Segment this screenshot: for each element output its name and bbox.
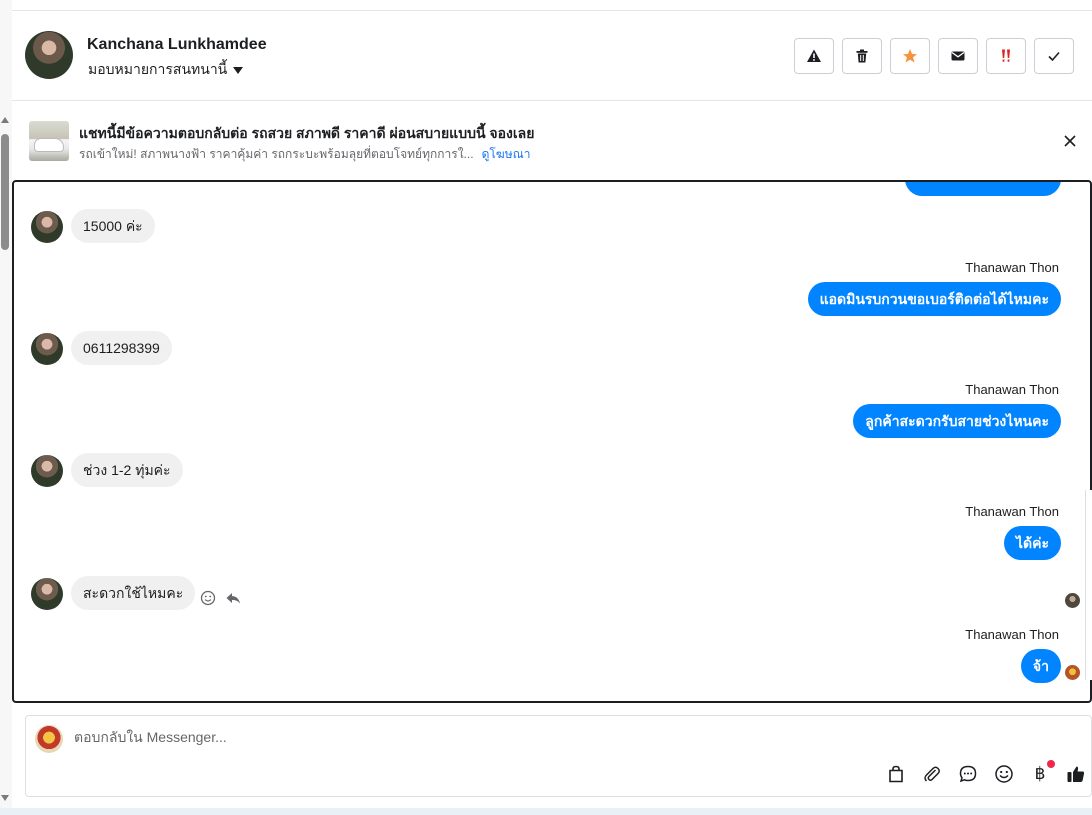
scroll-down-arrow-icon[interactable] — [1, 795, 9, 801]
contact-avatar-small — [31, 578, 63, 610]
mail-button[interactable] — [938, 38, 978, 74]
contact-avatar-small — [31, 455, 63, 487]
react-emoji-icon[interactable] — [200, 590, 216, 606]
message-bubble-outgoing[interactable]: แอดมินรบกวนขอเบอร์ติดต่อได้ไหมคะ — [807, 282, 1061, 316]
header-actions — [794, 38, 1074, 74]
message-bubble-incoming[interactable]: ช่วง 1-2 ทุ่มค่ะ — [71, 453, 183, 487]
smiley-icon — [995, 765, 1013, 783]
notification-dot — [1047, 760, 1055, 768]
message-bubble-outgoing[interactable]: จ้า — [1020, 649, 1061, 683]
chat-bubble-icon — [959, 765, 977, 783]
baht-icon: ฿ — [1034, 764, 1046, 783]
message-bubble-incoming[interactable]: 0611298399 — [71, 331, 172, 365]
like-button[interactable] — [1066, 764, 1086, 784]
ad-subtitle: รถเข้าใหม่! สภาพนางฟ้า ราคาคุ้มค่า รถกระ… — [79, 145, 531, 164]
ad-reply-banner: แชทนี้มีข้อความตอบกลับต่อ รถสวย สภาพดี ร… — [12, 101, 1092, 181]
shop-button[interactable] — [886, 764, 906, 784]
attach-button[interactable] — [922, 764, 942, 784]
done-button[interactable] — [1034, 38, 1074, 74]
assign-label: มอบหมายการสนทนานี้ — [88, 61, 228, 77]
saved-replies-button[interactable] — [958, 764, 978, 784]
contact-avatar[interactable] — [25, 31, 73, 79]
report-button[interactable] — [794, 38, 834, 74]
sender-name: Thanawan Thon — [965, 382, 1059, 397]
shopping-bag-icon — [889, 765, 903, 783]
scrollbar-thumb[interactable] — [1, 134, 9, 250]
contact-name[interactable]: Kanchana Lunkhamdee — [87, 36, 267, 54]
bottom-bar — [0, 808, 1092, 815]
star-button[interactable] — [890, 38, 930, 74]
reply-composer: ฿ — [25, 715, 1092, 797]
ad-subtitle-text: รถเข้าใหม่! สภาพนางฟ้า ราคาคุ้มค่า รถกระ… — [79, 147, 474, 161]
sender-name: Thanawan Thon — [965, 260, 1059, 275]
page-avatar — [35, 725, 63, 753]
ad-thumbnail[interactable] — [29, 121, 69, 161]
reply-icon[interactable] — [225, 590, 241, 606]
message-bubble-outgoing[interactable]: ลูกค้าสะดวกรับสายช่วงไหนคะ — [853, 404, 1061, 438]
view-ad-link[interactable]: ดูโฆษณา — [482, 147, 531, 161]
message-bubble-incoming[interactable]: สะดวกใช้ไหมคะ — [71, 576, 196, 610]
check-icon — [1048, 51, 1060, 62]
contact-avatar-small — [31, 211, 63, 243]
close-icon[interactable] — [1060, 131, 1080, 151]
sender-name: Thanawan Thon — [965, 627, 1059, 642]
contact-avatar-small — [31, 333, 63, 365]
envelope-icon — [951, 51, 965, 61]
composer-tools: ฿ — [886, 760, 1086, 784]
message-bubble-incoming[interactable]: 15000 ค่ะ — [71, 209, 155, 243]
caret-down-icon — [233, 66, 244, 74]
message-bubble-outgoing[interactable]: ได้ค่ะ — [1003, 526, 1061, 560]
spam-button[interactable] — [986, 38, 1026, 74]
double-exclamation-icon — [1002, 49, 1010, 62]
sender-name: Thanawan Thon — [965, 504, 1059, 519]
emoji-button[interactable] — [994, 764, 1014, 784]
reply-input[interactable] — [74, 729, 974, 745]
thumbs-up-icon — [1067, 766, 1085, 782]
ad-title: แชทนี้มีข้อความตอบกลับต่อ รถสวย สภาพดี ร… — [79, 125, 535, 141]
page-scrollbar[interactable] — [0, 0, 12, 815]
message-bubble-outgoing[interactable] — [905, 182, 1061, 196]
delete-button[interactable] — [842, 38, 882, 74]
scroll-up-arrow-icon[interactable] — [1, 117, 9, 123]
payment-button[interactable]: ฿ — [1030, 760, 1055, 784]
conversation-header: Kanchana Lunkhamdee มอบหมายการสนทนานี้ — [12, 11, 1092, 101]
warning-icon — [807, 49, 821, 62]
message-thread[interactable]: 15000 ค่ะ Thanawan Thon แอดมินรบกวนขอเบอ… — [12, 180, 1092, 703]
paperclip-icon — [924, 766, 940, 782]
trash-icon — [856, 49, 868, 63]
seen-indicator-page-avatar — [1065, 665, 1080, 680]
star-icon — [903, 49, 917, 63]
seen-indicator-avatar — [1065, 593, 1080, 608]
side-panel-edge — [1085, 490, 1092, 680]
assign-conversation-dropdown[interactable]: มอบหมายการสนทนานี้ — [88, 59, 244, 81]
